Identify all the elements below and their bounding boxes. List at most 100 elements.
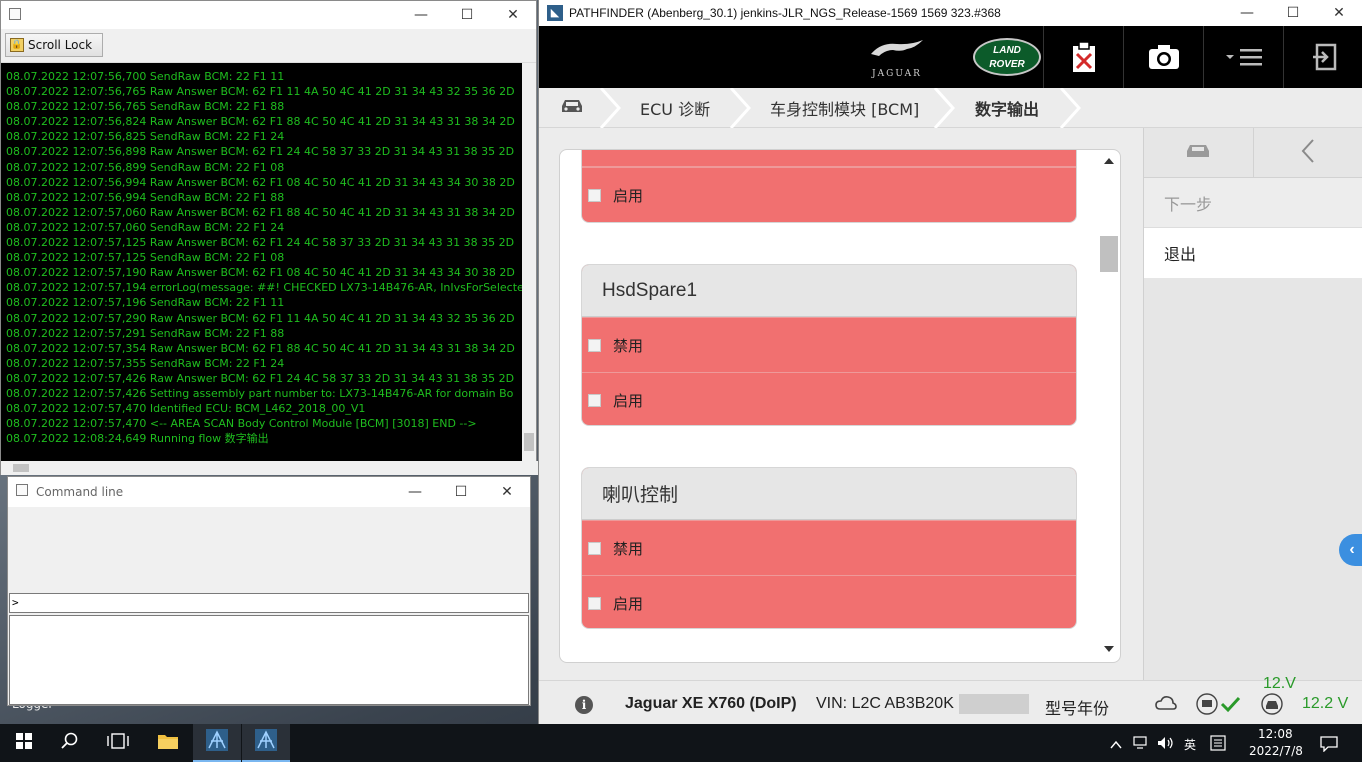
clock-date[interactable]: 2022/7/8	[1249, 744, 1303, 758]
network-icon[interactable]	[1133, 736, 1151, 755]
horizontal-scrollbar[interactable]	[1, 461, 538, 475]
clipboard-x-icon	[1069, 40, 1099, 74]
menu-button[interactable]	[1203, 26, 1283, 88]
scroll-up-arrow-icon[interactable]	[1104, 158, 1114, 164]
device-icon	[1196, 693, 1218, 715]
pathfinder-titlebar[interactable]: ◣ PATHFINDER (Abenberg_30.1) jenkins-JLR…	[539, 0, 1362, 26]
option-enable[interactable]: 启用	[582, 167, 1076, 222]
status-bar: i Jaguar XE X760 (DoIP) VIN: L2C AB3B20K…	[539, 675, 1362, 724]
search-button[interactable]	[46, 724, 94, 762]
land-rover-line1: LAND	[993, 45, 1021, 56]
volume-icon[interactable]	[1157, 736, 1175, 755]
breadcrumb-separator	[933, 88, 955, 128]
clipboard-disabled-button[interactable]	[1043, 26, 1123, 88]
cmd-titlebar[interactable]: Command line — ☐ ✕	[8, 477, 530, 507]
log-line: 08.07.2022 12:07:57,470 <-- AREA SCAN Bo…	[6, 417, 477, 431]
pathfinder-window: ◣ PATHFINDER (Abenberg_30.1) jenkins-JLR…	[538, 0, 1362, 724]
option-label: 启用	[613, 391, 644, 410]
panel-scrollbar[interactable]	[1098, 150, 1120, 662]
screenshot-button[interactable]	[1123, 26, 1203, 88]
close-button[interactable]: ✕	[484, 477, 530, 507]
pathfinder-header: JAGUAR LAND ROVER	[539, 26, 1362, 88]
scrollbar-thumb[interactable]	[524, 433, 534, 451]
start-button[interactable]	[0, 724, 48, 762]
exit-button[interactable]: 退出	[1144, 228, 1362, 278]
log-line: 08.07.2022 12:07:57,355 SendRaw BCM: 22 …	[6, 356, 285, 370]
back-button[interactable]	[1254, 128, 1362, 178]
scrollbar-thumb[interactable]	[13, 464, 29, 472]
close-button[interactable]: ✕	[490, 1, 536, 29]
main-content: 启用 HsdSpare1 禁用 启用 喇叭控制 禁用 启用	[539, 128, 1143, 680]
jaguar-logo: JAGUAR	[861, 36, 933, 79]
ime-indicator[interactable]: 英	[1184, 736, 1196, 753]
option-label: 禁用	[613, 336, 644, 355]
taskbar-file-explorer[interactable]	[144, 724, 192, 762]
breadcrumb-separator	[599, 88, 621, 128]
option-enable[interactable]: 启用	[582, 372, 1076, 425]
maximize-button[interactable]: ☐	[1270, 0, 1316, 26]
lock-icon: 🔒	[10, 38, 24, 52]
scrollbar-thumb[interactable]	[1100, 236, 1118, 272]
taskbar-pathfinder[interactable]	[193, 724, 241, 762]
pathfinder-app-icon	[206, 728, 228, 756]
folder-icon	[157, 732, 179, 755]
clock-time[interactable]: 12:08	[1258, 727, 1293, 741]
checkbox[interactable]	[588, 541, 601, 555]
checkbox[interactable]	[588, 393, 601, 407]
maximize-button[interactable]: ☐	[444, 1, 490, 29]
log-line: 08.07.2022 12:08:24,649 Running flow 数字输…	[6, 432, 269, 446]
vertical-scrollbar[interactable]	[522, 63, 536, 461]
search-icon	[61, 732, 79, 755]
option-disable[interactable]: 禁用	[582, 317, 1076, 372]
log-line: 08.07.2022 12:07:57,125 SendRaw BCM: 22 …	[6, 251, 285, 265]
log-line: 08.07.2022 12:07:56,994 SendRaw BCM: 22 …	[6, 190, 285, 204]
log-output: 08.07.2022 12:07:56,700 SendRaw BCM: 22 …	[1, 63, 523, 461]
checkbox[interactable]	[588, 596, 601, 610]
checkbox[interactable]	[588, 188, 601, 202]
task-view-icon	[107, 732, 129, 754]
options-panel: 启用 HsdSpare1 禁用 启用 喇叭控制 禁用 启用	[559, 149, 1121, 663]
logger-titlebar[interactable]: — ☐ ✕	[1, 1, 536, 29]
next-step-button[interactable]: 下一步	[1144, 178, 1362, 228]
breadcrumb-ecu-diagnostics[interactable]: ECU 诊断	[640, 88, 710, 128]
option-disable[interactable]: 禁用	[582, 520, 1076, 575]
minimize-button[interactable]: —	[398, 1, 444, 29]
checkbox[interactable]	[588, 338, 601, 352]
logout-button[interactable]	[1283, 26, 1362, 88]
log-line: 08.07.2022 12:07:56,700 SendRaw BCM: 22 …	[6, 70, 285, 83]
log-line: 08.07.2022 12:07:57,060 SendRaw BCM: 22 …	[6, 220, 285, 234]
scroll-lock-button[interactable]: 🔒 Scroll Lock	[5, 33, 103, 57]
minimize-button[interactable]: —	[392, 477, 438, 507]
breadcrumb-home[interactable]	[559, 88, 585, 128]
breadcrumb-digital-output[interactable]: 数字输出	[975, 88, 1039, 128]
voltage-indicator-secondary: 12.V	[1263, 675, 1296, 692]
logger-toolbar: 🔒 Scroll Lock	[1, 29, 536, 63]
taskbar: 英 12:08 2022/7/8	[0, 724, 1362, 762]
option-enable[interactable]: 启用	[582, 575, 1076, 628]
minimize-button[interactable]: —	[1224, 0, 1270, 26]
vin-value: VIN: L2C AB3B20K	[816, 695, 954, 712]
option-label: 启用	[613, 594, 644, 613]
breadcrumb-bcm[interactable]: 车身控制模块 [BCM]	[770, 88, 919, 128]
tray-chevron-up-icon[interactable]	[1110, 737, 1122, 755]
right-sidebar: 下一步 退出	[1143, 128, 1362, 680]
scroll-down-arrow-icon[interactable]	[1104, 646, 1114, 652]
ime-mode-icon[interactable]	[1210, 735, 1226, 756]
vehicle-button[interactable]	[1144, 128, 1254, 178]
notification-icon[interactable]	[1320, 736, 1338, 757]
log-line: 08.07.2022 12:07:57,426 Setting assembly…	[6, 386, 514, 400]
taskbar-pathfinder-2[interactable]	[242, 724, 290, 762]
info-icon[interactable]: i	[575, 696, 593, 714]
task-view-button[interactable]	[94, 724, 142, 762]
command-input[interactable]: >	[9, 593, 529, 613]
close-button[interactable]: ✕	[1316, 0, 1362, 26]
land-rover-line2: ROVER	[989, 59, 1025, 70]
breadcrumb-separator	[729, 88, 751, 128]
log-line: 08.07.2022 12:07:56,825 SendRaw BCM: 22 …	[6, 130, 285, 144]
maximize-button[interactable]: ☐	[438, 477, 484, 507]
log-line: 08.07.2022 12:07:57,290 Raw Answer BCM: …	[6, 311, 515, 325]
vehicle-name: Jaguar XE X760 (DoIP)	[625, 695, 797, 712]
window-controls: — ☐ ✕	[1224, 0, 1362, 28]
pathfinder-title: PATHFINDER (Abenberg_30.1) jenkins-JLR_N…	[569, 6, 1001, 20]
jaguar-leaper-icon	[861, 36, 933, 69]
